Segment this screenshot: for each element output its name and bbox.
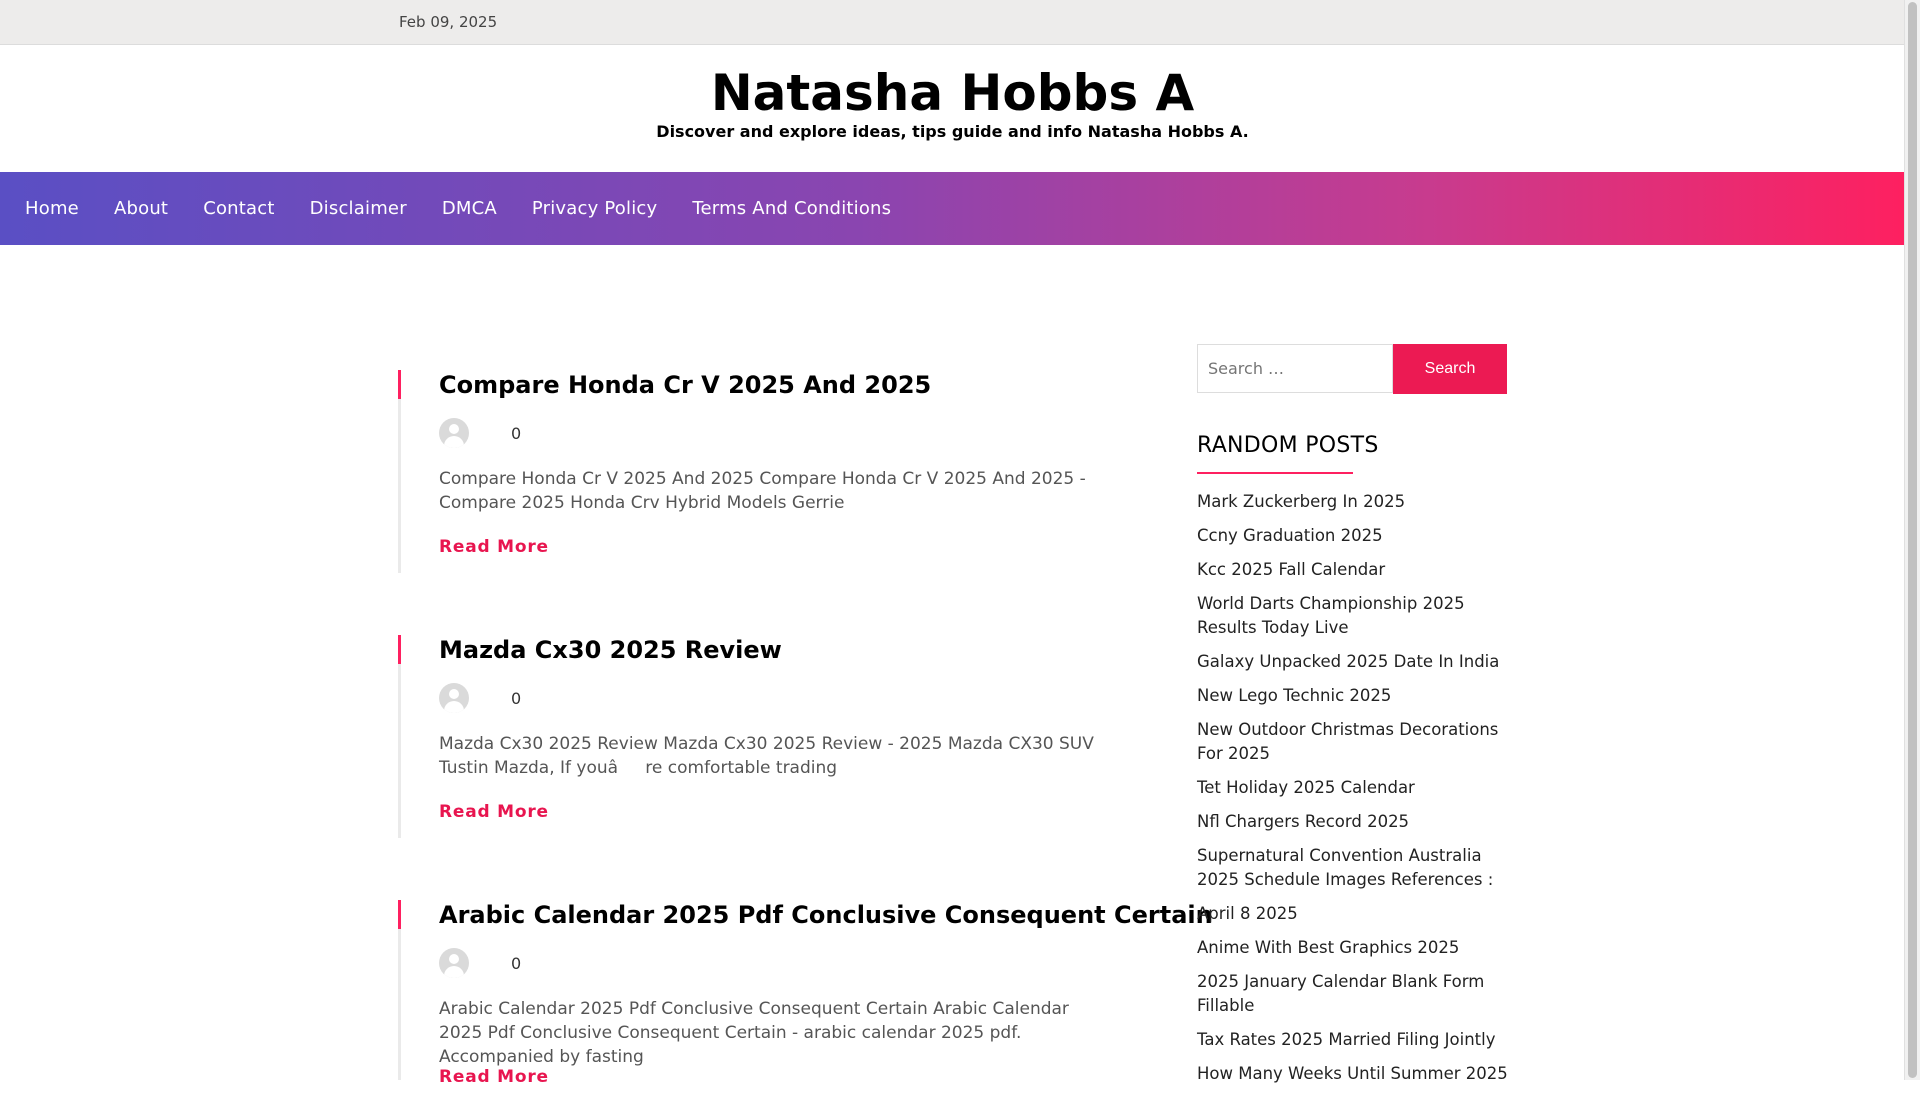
random-post-link[interactable]: Tax Rates 2025 Married Filing Jointly — [1197, 1028, 1517, 1052]
post-title[interactable]: Arabic Calendar 2025 Pdf Conclusive Cons… — [439, 900, 1213, 930]
random-post-link[interactable]: Nfl Chargers Record 2025 — [1197, 810, 1517, 834]
current-date: Feb 09, 2025 — [399, 13, 498, 31]
page-scrollbar[interactable] — [1904, 0, 1920, 1080]
post-excerpt: Mazda Cx30 2025 Review Mazda Cx30 2025 R… — [439, 734, 1094, 778]
post-card: Arabic Calendar 2025 Pdf Conclusive Cons… — [398, 900, 1213, 1087]
nav-item-contact[interactable]: Contact — [203, 198, 274, 219]
post-excerpt: Arabic Calendar 2025 Pdf Conclusive Cons… — [439, 999, 1069, 1067]
random-posts-list: Mark Zuckerberg In 2025 Ccny Graduation … — [1197, 490, 1517, 1096]
post-card: Compare Honda Cr V 2025 And 2025 0 Compa… — [398, 370, 1101, 573]
random-post-link[interactable]: 2025 January Calendar Blank Form Fillabl… — [1197, 970, 1517, 1018]
post-accent-bar — [398, 370, 401, 399]
post-excerpt: Compare Honda Cr V 2025 And 2025 Compare… — [439, 469, 1086, 513]
nav-item-disclaimer[interactable]: Disclaimer — [310, 198, 407, 219]
top-bar: Feb 09, 2025 — [0, 0, 1905, 45]
post-card: Mazda Cx30 2025 Review 0 Mazda Cx30 2025… — [398, 635, 1101, 838]
site-title[interactable]: Natasha Hobbs A — [0, 60, 1905, 126]
nav-item-terms[interactable]: Terms And Conditions — [692, 198, 891, 219]
random-post-link[interactable]: New Lego Technic 2025 — [1197, 684, 1517, 708]
random-posts-heading: RANDOM POSTS — [1197, 433, 1379, 458]
random-post-link[interactable]: Mark Zuckerberg In 2025 — [1197, 490, 1517, 514]
comment-count[interactable]: 0 — [511, 689, 521, 708]
site-tagline: Discover and explore ideas, tips guide a… — [656, 122, 1249, 141]
scrollbar-thumb[interactable] — [1908, 2, 1917, 1078]
search-input[interactable] — [1197, 344, 1393, 393]
nav-item-home[interactable]: Home — [25, 198, 79, 219]
random-post-link[interactable]: How Many Weeks Until Summer 2025 — [1197, 1062, 1517, 1086]
comment-count[interactable]: 0 — [511, 954, 521, 973]
comment-count[interactable]: 0 — [511, 424, 521, 443]
random-post-link[interactable]: Tet Holiday 2025 Calendar — [1197, 776, 1517, 800]
read-more-link[interactable]: Read More — [439, 537, 549, 557]
author-avatar-icon[interactable] — [439, 683, 469, 713]
read-more-link[interactable]: Read More — [439, 802, 549, 822]
random-post-link[interactable]: Galaxy Unpacked 2025 Date In India — [1197, 650, 1517, 674]
post-title[interactable]: Compare Honda Cr V 2025 And 2025 — [439, 370, 931, 400]
nav-item-privacy-policy[interactable]: Privacy Policy — [532, 198, 657, 219]
heading-underline — [1197, 472, 1353, 474]
post-accent-bar — [398, 635, 401, 664]
search-form: Search — [1197, 344, 1507, 395]
random-post-link[interactable]: Supernatural Convention Australia 2025 S… — [1197, 844, 1517, 892]
nav-item-dmca[interactable]: DMCA — [442, 198, 497, 219]
main-navigation: Home About Contact Disclaimer DMCA Priva… — [0, 172, 1905, 245]
random-post-link[interactable]: World Darts Championship 2025 Results To… — [1197, 592, 1517, 640]
author-avatar-icon[interactable] — [439, 948, 469, 978]
post-title[interactable]: Mazda Cx30 2025 Review — [439, 635, 782, 665]
random-post-link[interactable]: Kcc 2025 Fall Calendar — [1197, 558, 1517, 582]
read-more-link[interactable]: Read More — [439, 1067, 549, 1087]
random-post-link[interactable]: Anime With Best Graphics 2025 — [1197, 936, 1517, 960]
random-post-link[interactable]: New Outdoor Christmas Decorations For 20… — [1197, 718, 1517, 766]
random-post-link[interactable]: Ccny Graduation 2025 — [1197, 524, 1517, 548]
nav-item-about[interactable]: About — [114, 198, 168, 219]
post-accent-bar — [398, 900, 401, 929]
author-avatar-icon[interactable] — [439, 418, 469, 448]
random-post-link[interactable]: April 8 2025 — [1197, 902, 1517, 926]
search-button[interactable]: Search — [1393, 344, 1507, 394]
